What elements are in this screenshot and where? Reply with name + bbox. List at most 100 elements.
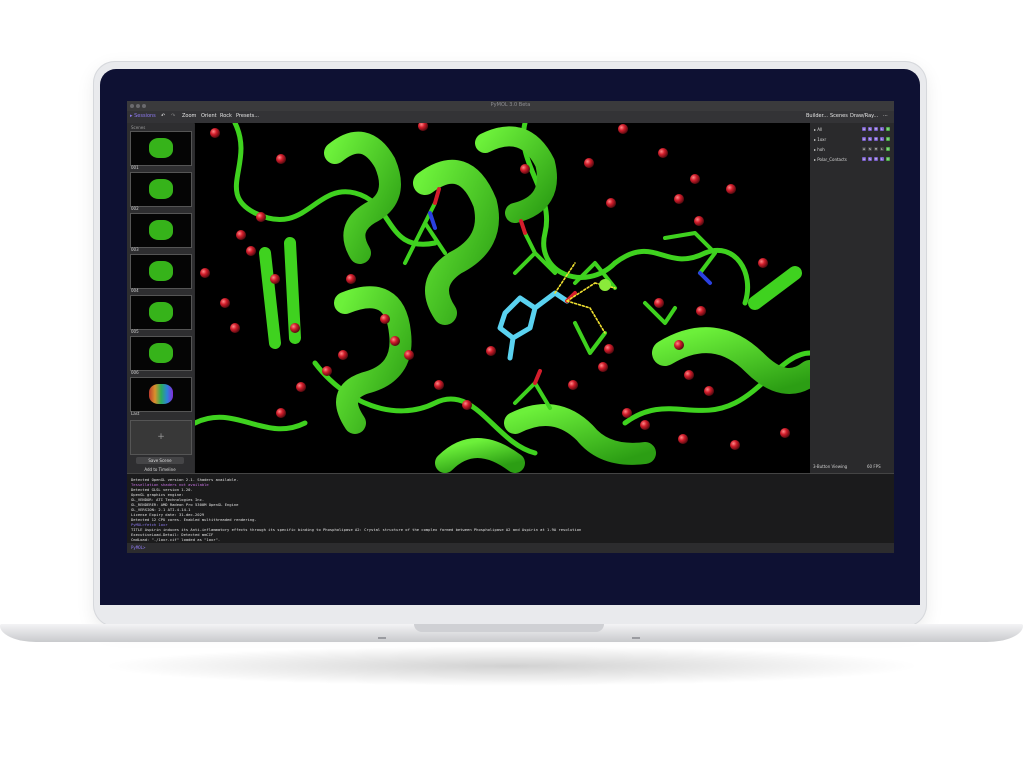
object-action-chip[interactable]: L — [880, 127, 884, 131]
helix-7 — [435, 438, 525, 473]
scene-thumbnail[interactable] — [130, 377, 192, 412]
water-sphere — [200, 268, 210, 278]
water-sphere — [230, 323, 240, 333]
object-action-chip[interactable]: C — [886, 127, 890, 131]
object-action-chip[interactable]: C — [886, 137, 890, 141]
object-action-chip[interactable]: H — [874, 147, 878, 151]
scene-thumbnail[interactable] — [130, 172, 192, 207]
close-window-icon[interactable] — [130, 104, 134, 108]
water-sphere — [622, 408, 632, 418]
laptop-foot-right — [632, 637, 640, 639]
oxygen-atom-2 — [519, 219, 527, 235]
aspirin-ligand — [497, 290, 570, 361]
beta-strand-1 — [259, 247, 281, 349]
scene-thumbnail[interactable] — [130, 295, 192, 330]
object-action-chip[interactable]: L — [880, 137, 884, 141]
scene-thumbnail[interactable] — [130, 336, 192, 371]
zoom-button[interactable]: Zoom — [182, 113, 196, 119]
nitrogen-atom-2 — [428, 211, 437, 230]
scene-panel-header: Scenes — [131, 125, 146, 130]
coil-loop-3 — [612, 248, 751, 306]
water-sphere — [694, 216, 704, 226]
water-sphere — [758, 258, 768, 268]
water-sphere — [658, 148, 668, 158]
water-sphere — [256, 212, 266, 222]
water-sphere — [290, 323, 300, 333]
water-sphere — [520, 164, 530, 174]
scene-label: Last — [131, 411, 140, 416]
water-sphere — [210, 128, 220, 138]
minimize-window-icon[interactable] — [136, 104, 140, 108]
scenes-button[interactable]: Scenes — [830, 113, 848, 119]
add-scene-button[interactable]: + — [130, 420, 192, 455]
add-to-timeline-button[interactable]: Add to Timeline — [136, 466, 184, 473]
water-sphere — [684, 370, 694, 380]
molecular-viewport[interactable] — [195, 123, 810, 473]
object-action-chip[interactable]: S — [868, 147, 872, 151]
object-row[interactable]: ▸ Polar_Contacts — [814, 157, 847, 162]
orient-button[interactable]: Orient — [201, 113, 217, 119]
draw-ray-button[interactable]: Draw/Ray... — [850, 113, 878, 119]
water-sphere — [606, 198, 616, 208]
command-line[interactable]: PyMOL> — [127, 543, 894, 553]
scene-thumbnail[interactable] — [130, 254, 192, 289]
water-sphere — [678, 434, 688, 444]
object-action-chip[interactable]: L — [880, 147, 884, 151]
object-action-chip[interactable]: A — [862, 127, 866, 131]
mouse-mode-label[interactable]: 3-Button Viewing — [813, 464, 847, 469]
object-action-chip[interactable]: H — [874, 137, 878, 141]
water-sphere — [270, 274, 280, 284]
rock-button[interactable]: Rock — [220, 113, 232, 119]
presets-button[interactable]: Presets... — [236, 113, 259, 119]
redo-icon[interactable]: ↷ — [171, 113, 175, 119]
water-sphere — [338, 350, 348, 360]
scene-label: 002 — [131, 206, 139, 211]
water-sphere — [584, 158, 594, 168]
console-output: Detected OpenGL version 2.1. Shaders ava… — [127, 473, 894, 544]
object-action-chip[interactable]: A — [862, 137, 866, 141]
maximize-window-icon[interactable] — [142, 104, 146, 108]
object-row[interactable]: ▸ 1oxr — [814, 137, 826, 142]
water-sphere — [346, 274, 356, 284]
object-action-chip[interactable]: S — [868, 127, 872, 131]
water-sphere — [434, 380, 444, 390]
scene-label: 005 — [131, 329, 139, 334]
save-scene-button[interactable]: Save Scene — [136, 457, 184, 464]
water-sphere — [696, 306, 706, 316]
water-sphere — [780, 428, 790, 438]
object-row[interactable]: ▸ hoh — [814, 147, 825, 152]
water-sphere — [380, 314, 390, 324]
object-action-chip[interactable]: C — [886, 157, 890, 161]
water-sphere — [674, 194, 684, 204]
nitrogen-atom-1 — [698, 271, 712, 285]
water-sphere — [730, 440, 740, 450]
scene-thumbnail[interactable] — [130, 213, 192, 248]
oxygen-atom-3 — [533, 369, 542, 385]
title-bar: PyMOL 3.0 Beta — [127, 101, 894, 111]
water-sphere — [246, 246, 256, 256]
laptop-shadow — [100, 646, 923, 686]
object-action-chip[interactable]: A — [862, 157, 866, 161]
object-action-chip[interactable]: H — [874, 157, 878, 161]
scene-label: 004 — [131, 288, 139, 293]
object-action-chip[interactable]: H — [874, 127, 878, 131]
more-icon[interactable]: ⋯ — [883, 113, 888, 119]
water-sphere — [674, 340, 684, 350]
object-action-chip[interactable]: S — [868, 157, 872, 161]
object-action-chip[interactable]: S — [868, 137, 872, 141]
fps-readout: 60 FPS — [867, 464, 881, 469]
water-sphere — [618, 124, 628, 134]
scene-thumbnail[interactable] — [130, 131, 192, 166]
water-sphere — [418, 123, 428, 131]
object-action-chip[interactable]: C — [886, 147, 890, 151]
console-line: CmdLoad: "./1oxr.cif" loaded as "1oxr". — [131, 537, 221, 542]
builder-button[interactable]: Builder... — [806, 113, 828, 119]
undo-icon[interactable]: ↶ — [161, 113, 165, 119]
sessions-button[interactable]: ▸ Sessions — [130, 113, 156, 119]
object-action-chip[interactable]: A — [862, 147, 866, 151]
water-sphere — [404, 350, 414, 360]
beta-strand-3 — [748, 266, 802, 310]
object-row[interactable]: ▸ All — [814, 127, 822, 132]
object-action-chip[interactable]: L — [880, 157, 884, 161]
water-sphere — [654, 298, 664, 308]
